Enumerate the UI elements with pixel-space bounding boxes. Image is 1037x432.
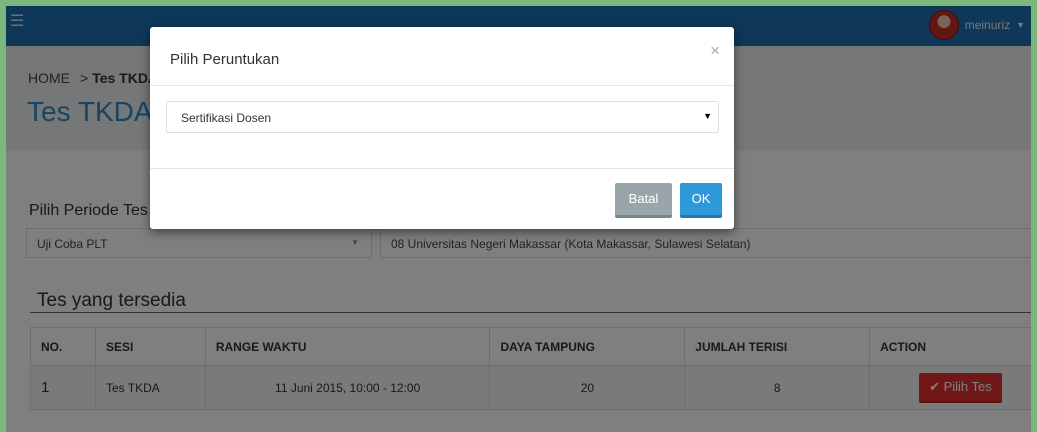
modal-divider [150, 85, 734, 86]
peruntukan-select-value: Sertifikasi Dosen [181, 111, 272, 125]
ok-button[interactable]: OK [680, 183, 722, 218]
modal-title: Pilih Peruntukan [170, 51, 280, 68]
cancel-button[interactable]: Batal [615, 183, 672, 218]
peruntukan-modal: Pilih Peruntukan × Sertifikasi Dosen ▼ B… [150, 27, 734, 229]
modal-divider [150, 168, 734, 169]
close-icon[interactable]: × [710, 41, 720, 61]
caret-down-icon: ▼ [703, 111, 712, 121]
peruntukan-select[interactable]: Sertifikasi Dosen ▼ [166, 101, 719, 133]
app-frame: ☰ meinuriz ▼ HOME>Tes TKDA Tes TKDA Pili… [6, 6, 1031, 432]
